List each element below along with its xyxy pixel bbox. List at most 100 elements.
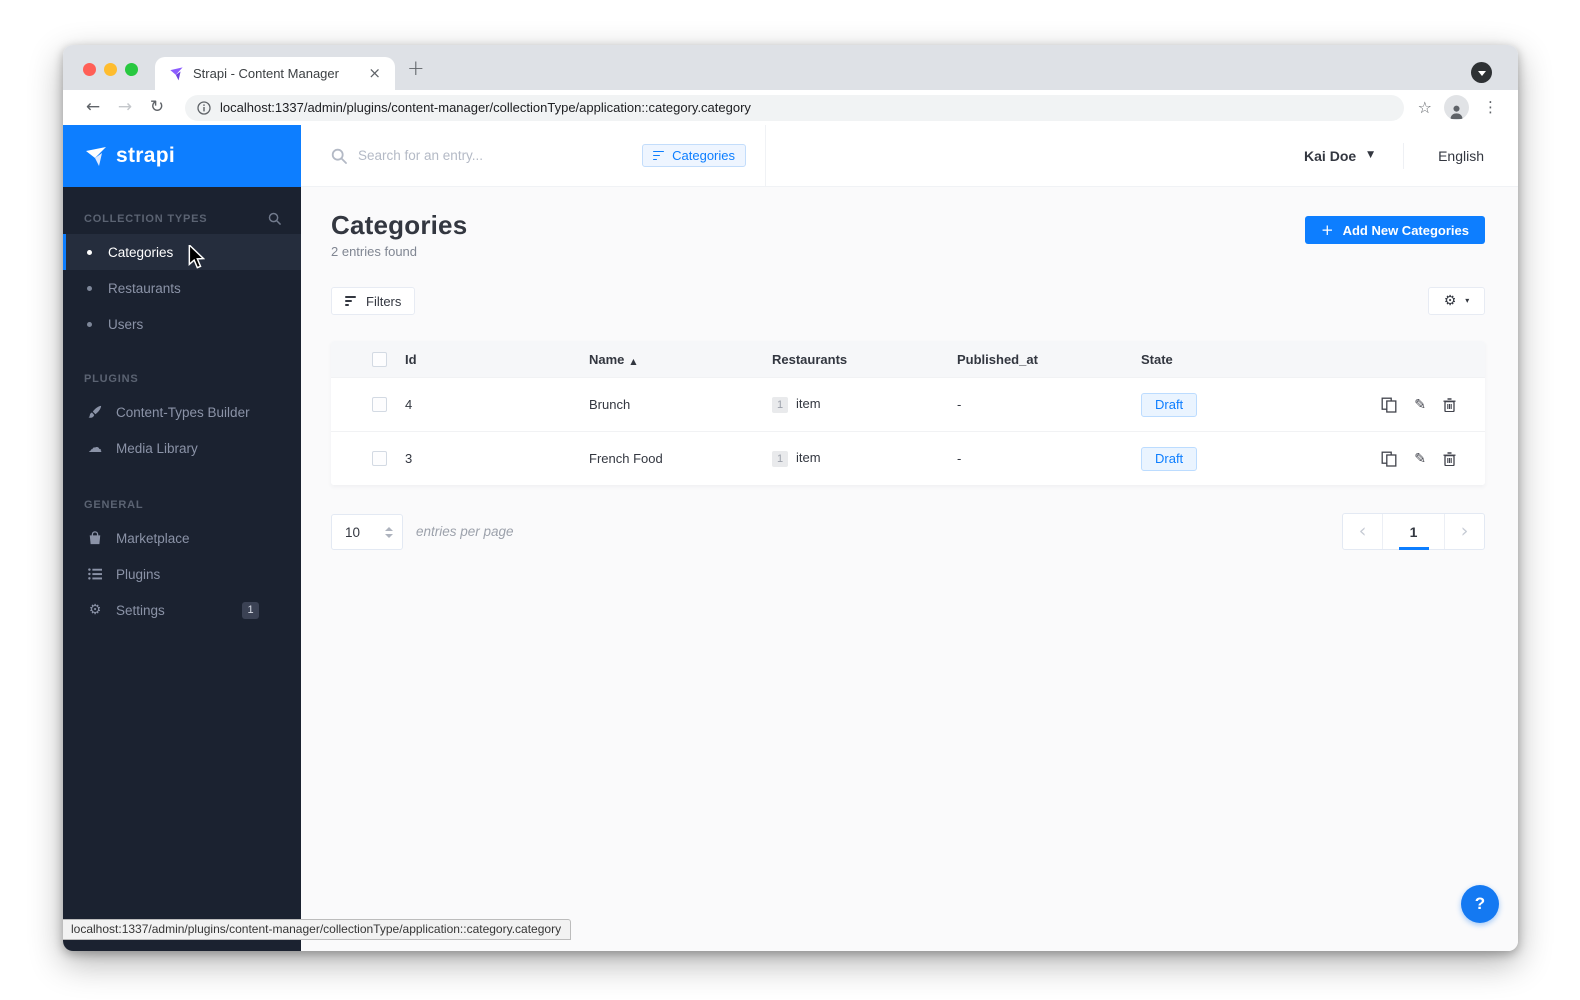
column-header-published-at[interactable]: Published_at — [957, 352, 1141, 367]
duplicate-icon[interactable] — [1381, 397, 1397, 413]
sidebar-item-label: Users — [108, 316, 144, 332]
row-checkbox[interactable] — [372, 451, 387, 466]
chevron-down-icon: ▾ — [1465, 296, 1470, 305]
row-actions: ✎ — [1381, 397, 1485, 413]
cell-restaurants: 1 item — [772, 396, 957, 413]
search-icon — [331, 148, 347, 164]
user-name[interactable]: Kai Doe — [1304, 148, 1356, 164]
caret-down-icon — [1477, 70, 1486, 76]
add-new-categories-button[interactable]: + Add New Categories — [1305, 216, 1485, 244]
count-label: item — [796, 450, 821, 466]
strapi-logo-icon — [86, 147, 106, 166]
locale-label[interactable]: English — [1438, 148, 1484, 164]
table-row[interactable]: 3 French Food 1 item - Draft ✎ — [331, 431, 1485, 485]
sidebar-item-plugins[interactable]: Plugins — [63, 556, 301, 592]
next-page-button[interactable]: › — [1444, 514, 1484, 549]
person-icon — [1450, 105, 1463, 120]
close-tab-icon[interactable]: × — [364, 66, 385, 81]
delete-icon[interactable] — [1443, 397, 1456, 412]
edit-icon[interactable]: ✎ — [1414, 452, 1426, 466]
sort-asc-icon: ▲ — [630, 356, 637, 366]
section-plugins: PLUGINS — [63, 373, 301, 385]
duplicate-icon[interactable] — [1381, 451, 1397, 467]
sidebar-item-restaurants[interactable]: Restaurants — [63, 270, 301, 306]
new-tab-button[interactable]: + — [407, 58, 425, 79]
row-checkbox[interactable] — [372, 397, 387, 412]
column-header-label: Name — [589, 351, 625, 367]
help-label: ? — [1474, 894, 1486, 913]
previous-page-button[interactable]: ‹ — [1343, 514, 1383, 549]
count-label: item — [796, 396, 821, 412]
section-collection-types: COLLECTION TYPES — [63, 212, 301, 225]
section-label: PLUGINS — [84, 373, 139, 385]
site-info-icon[interactable] — [197, 100, 211, 115]
sidebar: strapi COLLECTION TYPES Categories Resta… — [63, 125, 301, 951]
user-area: Kai Doe ▼ English — [1304, 142, 1518, 169]
profile-avatar[interactable] — [1444, 95, 1469, 120]
tab-strip: Strapi - Content Manager × + — [63, 45, 1518, 90]
cell-state: Draft — [1141, 392, 1321, 417]
sidebar-item-settings[interactable]: ⚙ Settings 1 — [63, 592, 301, 628]
delete-icon[interactable] — [1443, 451, 1456, 466]
edit-icon[interactable]: ✎ — [1414, 398, 1426, 412]
bullet-icon — [87, 321, 92, 327]
cell-id: 4 — [405, 397, 413, 412]
sidebar-item-label: Restaurants — [108, 280, 181, 296]
search-input[interactable] — [358, 148, 643, 163]
bullet-icon — [87, 249, 92, 255]
table-row[interactable]: 4 Brunch 1 item - Draft ✎ — [331, 377, 1485, 431]
stepper-icon[interactable] — [385, 526, 393, 538]
strapi-logo-text: strapi — [116, 144, 175, 167]
sidebar-item-marketplace[interactable]: Marketplace — [63, 520, 301, 556]
back-button[interactable]: ← — [77, 99, 109, 116]
table-settings-button[interactable]: ⚙ ▾ — [1428, 287, 1485, 315]
collection-filter-chip[interactable]: Categories — [642, 144, 746, 167]
close-window-button[interactable] — [83, 63, 96, 76]
column-header-name[interactable]: Name ▲ — [589, 352, 772, 367]
browser-toolbar: ← → ↻ localhost:1337/admin/plugins/conte… — [63, 90, 1518, 125]
minimize-window-button[interactable] — [104, 63, 117, 76]
sidebar-item-label: Plugins — [116, 566, 161, 582]
tab-search-button[interactable] — [1471, 62, 1492, 83]
column-header-restaurants[interactable]: Restaurants — [772, 352, 957, 367]
status-bar-url: localhost:1337/admin/plugins/content-man… — [63, 919, 572, 940]
per-page-label: entries per page — [416, 524, 514, 539]
address-bar[interactable]: localhost:1337/admin/plugins/content-man… — [185, 94, 1404, 121]
main-area: Categories Kai Doe ▼ English Categories … — [301, 125, 1518, 951]
cell-name: Brunch — [589, 397, 631, 412]
current-page[interactable]: 1 — [1383, 514, 1444, 549]
per-page-value: 10 — [345, 524, 361, 540]
sidebar-item-media-library[interactable]: ☁ Media Library — [63, 430, 301, 466]
strapi-admin: strapi COLLECTION TYPES Categories Resta… — [63, 125, 1518, 951]
sidebar-item-users[interactable]: Users — [63, 306, 301, 342]
search-icon[interactable] — [268, 212, 281, 225]
cloud-upload-icon: ☁ — [88, 440, 102, 456]
entries-per-page-select[interactable]: 10 — [331, 514, 403, 550]
select-all-checkbox[interactable] — [372, 351, 387, 367]
zoom-window-button[interactable] — [125, 63, 138, 76]
entries-table: Id Name ▲ Restaurants Published_at State … — [331, 341, 1485, 485]
draft-badge: Draft — [1141, 446, 1198, 471]
reload-button[interactable]: ↻ — [141, 99, 173, 116]
pagination: ‹ 1 › — [1342, 513, 1485, 550]
column-header-state[interactable]: State — [1141, 352, 1321, 367]
browser-tab[interactable]: Strapi - Content Manager × — [155, 57, 395, 90]
entry-search: Categories — [301, 125, 766, 186]
forward-button: → — [117, 97, 133, 117]
filters-button[interactable]: Filters — [331, 287, 416, 315]
chevron-down-icon[interactable]: ▼ — [1367, 151, 1374, 160]
section-label: GENERAL — [84, 499, 144, 511]
page-head: Categories 2 entries found — [331, 210, 467, 259]
browser-menu-icon[interactable]: ⋮ — [1477, 100, 1504, 115]
strapi-logo[interactable]: strapi — [63, 125, 301, 187]
column-header-id[interactable]: Id — [405, 352, 589, 367]
section-general: GENERAL — [63, 499, 301, 511]
sidebar-item-categories[interactable]: Categories — [63, 234, 301, 270]
bookmark-star-icon[interactable]: ☆ — [1414, 99, 1436, 116]
sidebar-item-label: Marketplace — [116, 530, 190, 546]
sidebar-item-label: Categories — [108, 244, 174, 260]
sidebar-item-content-types-builder[interactable]: Content-Types Builder — [63, 394, 301, 430]
gear-icon: ⚙ — [1443, 293, 1457, 309]
help-button[interactable]: ? — [1461, 885, 1499, 923]
sidebar-item-label: Media Library — [116, 440, 198, 456]
